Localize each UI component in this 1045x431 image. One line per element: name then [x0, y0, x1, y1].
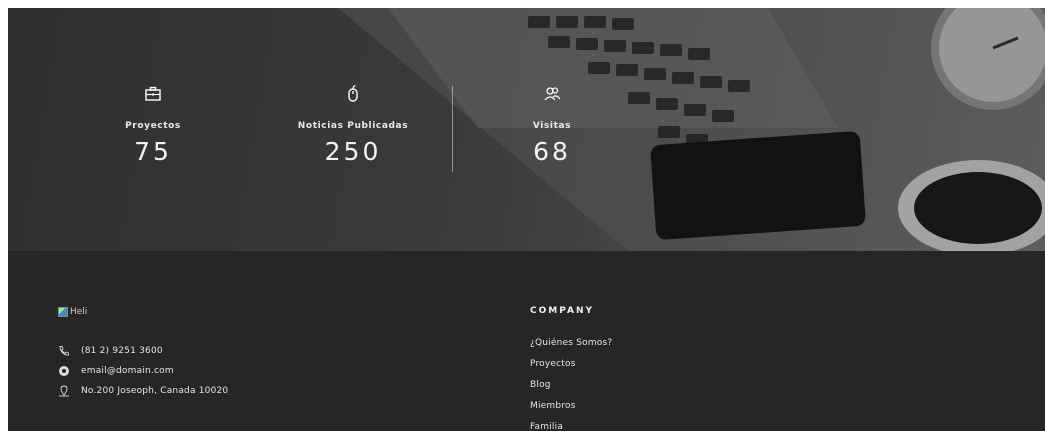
contact-email-text[interactable]: email@domain.com — [81, 366, 174, 376]
email-icon — [59, 366, 69, 376]
company-link-projects[interactable]: Proyectos — [530, 359, 612, 380]
site-footer: Heli (81 2) 9251 3600 email@domain.com N… — [8, 251, 1045, 431]
company-link-about[interactable]: ¿Quiénes Somos? — [530, 338, 612, 359]
phone-icon — [59, 346, 69, 356]
briefcase-icon — [145, 86, 161, 101]
stat-projects-label: Proyectos — [125, 121, 181, 131]
page: Proyectos 75 Noticias Publicadas 250 Vis… — [0, 0, 1045, 431]
company-heading: COMPANY — [530, 306, 594, 316]
stat-projects-value: 75 — [134, 137, 172, 166]
stat-divider — [452, 86, 453, 172]
stat-visits-value: 68 — [533, 137, 571, 166]
broken-image-icon — [58, 307, 68, 317]
contact-address-text: No.200 Joseoph, Canada 10020 — [81, 386, 229, 396]
stat-visits-label: Visitas — [532, 121, 572, 131]
stat-projects: Proyectos 75 — [63, 84, 243, 166]
company-link-family[interactable]: Familia — [530, 422, 612, 430]
stat-news-label: Noticias Publicadas — [297, 121, 409, 131]
contact-phone-text: (81 2) 9251 3600 — [81, 346, 163, 356]
footer-contact: (81 2) 9251 3600 email@domain.com No.200… — [58, 341, 228, 401]
footer-logo-alt-text: Heli — [70, 307, 88, 317]
company-links-list: ¿Quiénes Somos? Proyectos Blog Miembros … — [530, 338, 612, 430]
users-icon — [544, 87, 561, 101]
stats-hero-section: Proyectos 75 Noticias Publicadas 250 Vis… — [8, 8, 1045, 251]
company-link-blog[interactable]: Blog — [530, 380, 612, 401]
stat-news-value: 250 — [324, 137, 382, 166]
map-pin-icon — [59, 385, 69, 397]
company-link-members[interactable]: Miembros — [530, 401, 612, 422]
contact-email[interactable]: email@domain.com — [58, 361, 228, 381]
mouse-icon — [348, 84, 358, 102]
footer-logo[interactable]: Heli — [58, 307, 87, 317]
contact-phone: (81 2) 9251 3600 — [58, 341, 228, 361]
stat-news: Noticias Publicadas 250 — [263, 84, 443, 166]
stat-visits: Visitas 68 — [462, 84, 642, 166]
contact-address: No.200 Joseoph, Canada 10020 — [58, 381, 228, 401]
